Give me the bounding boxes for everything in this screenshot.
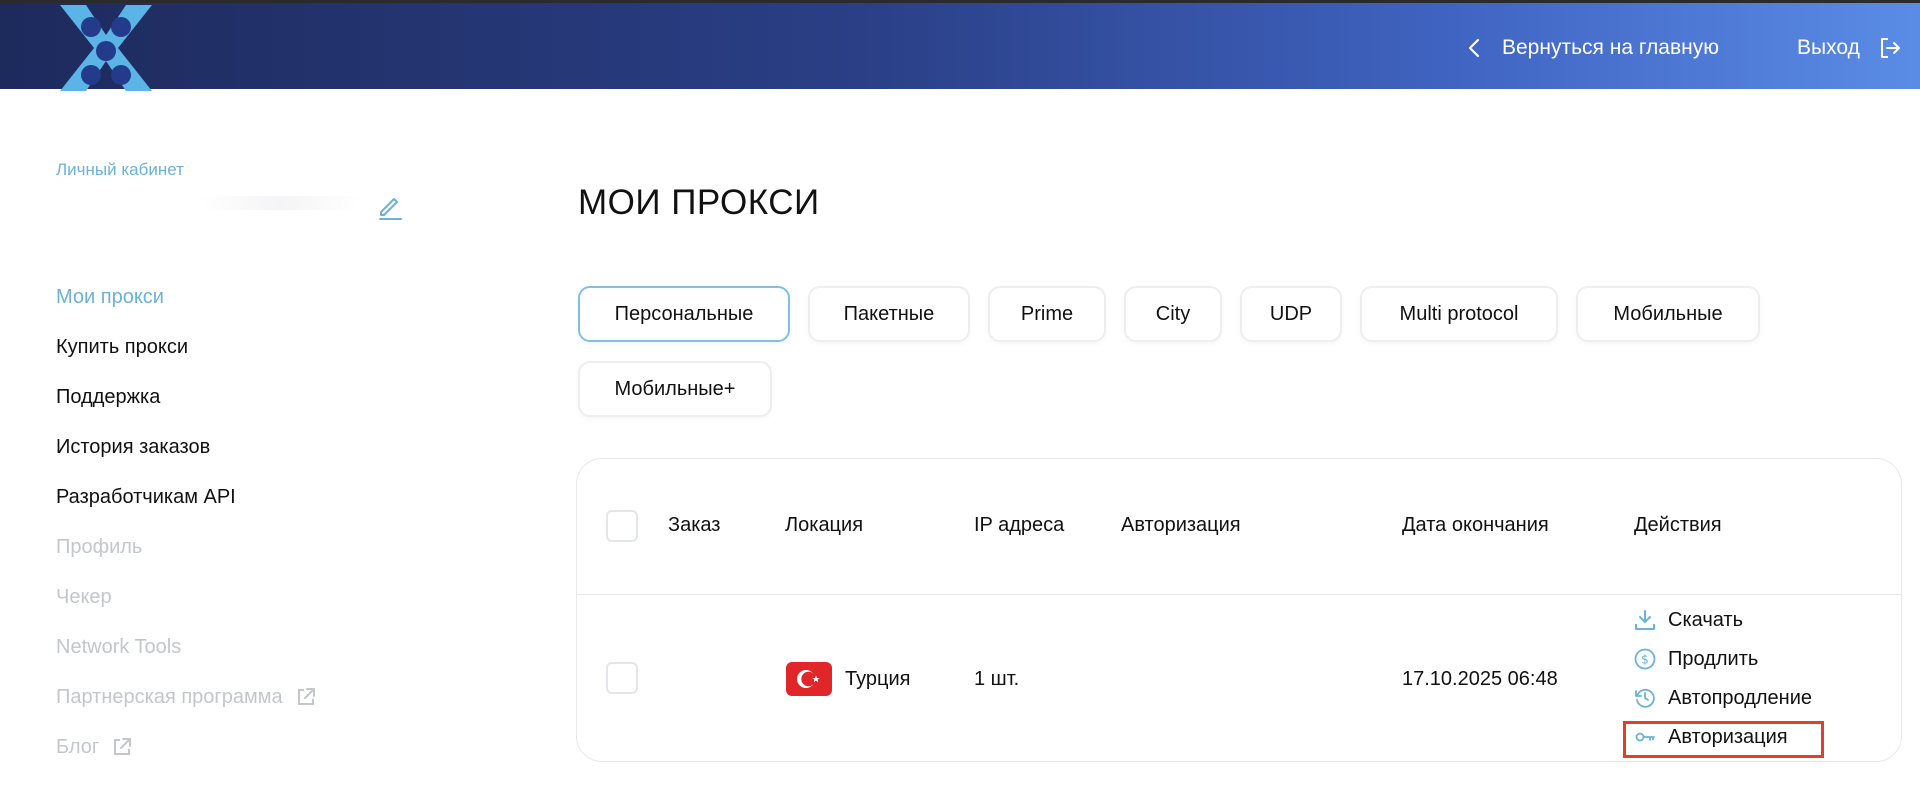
sidebar-item-checker[interactable]: Чекер: [56, 572, 317, 622]
auto-renew-icon: [1634, 687, 1656, 709]
authorization-highlight: [1623, 721, 1824, 758]
tab-prime[interactable]: Prime: [988, 286, 1106, 342]
sidebar-item-support[interactable]: Поддержка: [56, 372, 317, 422]
sidebar-item-label: Купить прокси: [56, 335, 189, 358]
auto-renew-label: Автопродление: [1668, 686, 1813, 709]
sidebar-item-label: История заказов: [56, 435, 211, 458]
sidebar-item-label: Блог: [56, 735, 100, 758]
sidebar-item-label: Network Tools: [56, 635, 182, 658]
select-all-checkbox[interactable]: [606, 510, 638, 542]
tab-label: Мобильные: [1613, 302, 1723, 325]
tab-label: Prime: [1020, 302, 1074, 325]
sidebar-item-api[interactable]: Разработчикам API: [56, 472, 317, 522]
logout-button[interactable]: Выход: [1797, 33, 1902, 63]
edit-pencil-icon[interactable]: [376, 192, 404, 220]
top-header: Вернуться на главную Выход: [0, 0, 1920, 91]
tab-label: Персональные: [614, 302, 754, 325]
back-to-home-label: Вернуться на главную: [1502, 36, 1719, 59]
cabinet-label: Личный кабинет: [56, 160, 184, 179]
sidebar-item-network-tools[interactable]: Network Tools: [56, 622, 317, 672]
column-header-ip: IP адреса: [974, 514, 1065, 536]
row-end-date: 17.10.2025 06:48: [1402, 668, 1558, 690]
column-header-end-date: Дата окончания: [1402, 514, 1549, 536]
sidebar-item-buy-proxies[interactable]: Купить прокси: [56, 322, 317, 372]
sidebar-item-blog[interactable]: Блог: [56, 722, 317, 772]
sidebar-item-label: Чекер: [56, 585, 112, 608]
svg-text:$: $: [1641, 653, 1649, 667]
download-label: Скачать: [1668, 608, 1743, 631]
back-to-home-link[interactable]: Вернуться на главную: [1464, 33, 1719, 63]
sidebar-item-label: Мои прокси: [56, 285, 164, 308]
chevron-left-icon: [1464, 37, 1486, 59]
dollar-icon: $: [1634, 648, 1656, 670]
tab-city[interactable]: City: [1124, 286, 1222, 342]
turkey-flag-icon: [786, 662, 832, 696]
row-checkbox[interactable]: [606, 662, 638, 694]
download-action[interactable]: Скачать: [1634, 606, 1743, 634]
sidebar-nav: Мои прокси Купить прокси Поддержка Истор…: [56, 272, 317, 772]
sidebar-item-my-proxies[interactable]: Мои прокси: [56, 272, 317, 322]
auto-renew-action[interactable]: Автопродление: [1634, 684, 1812, 712]
sidebar-item-profile[interactable]: Профиль: [56, 522, 317, 572]
tab-label: Пакетные: [843, 302, 935, 325]
sidebar-item-order-history[interactable]: История заказов: [56, 422, 317, 472]
external-link-icon: [111, 736, 133, 758]
external-link-icon: [295, 686, 317, 708]
column-header-auth: Авторизация: [1121, 514, 1241, 536]
renew-action[interactable]: $ Продлить: [1634, 645, 1758, 673]
row-location: Турция: [845, 668, 911, 690]
tab-multi-protocol[interactable]: Multi protocol: [1360, 286, 1558, 342]
tab-label: City: [1155, 302, 1191, 325]
logout-label: Выход: [1797, 36, 1860, 59]
sidebar-item-label: Разработчикам API: [56, 485, 236, 508]
table-header-divider: [576, 594, 1902, 595]
page-title: МОИ ПРОКСИ: [578, 183, 820, 222]
tab-label: Мобильные+: [614, 377, 736, 400]
tab-package[interactable]: Пакетные: [808, 286, 970, 342]
tab-personal[interactable]: Персональные: [578, 286, 790, 342]
username-redacted: [200, 196, 360, 210]
sidebar-item-partner-program[interactable]: Партнерская программа: [56, 672, 317, 722]
renew-label: Продлить: [1668, 647, 1759, 670]
tab-mobile-plus[interactable]: Мобильные+: [578, 361, 772, 417]
tab-label: Multi protocol: [1399, 302, 1519, 325]
tab-label: UDP: [1269, 302, 1313, 325]
tab-mobile[interactable]: Мобильные: [1576, 286, 1760, 342]
sidebar-item-label: Поддержка: [56, 385, 161, 408]
logo-icon[interactable]: [56, 5, 156, 91]
sidebar-item-label: Партнерская программа: [56, 685, 283, 708]
column-header-location: Локация: [785, 514, 864, 536]
download-icon: [1634, 609, 1656, 631]
logout-icon: [1878, 36, 1902, 60]
sidebar-item-label: Профиль: [56, 535, 143, 558]
column-header-order: Заказ: [668, 514, 721, 536]
row-ip-count: 1 шт.: [974, 668, 1020, 690]
column-header-actions: Действия: [1634, 514, 1722, 536]
tab-udp[interactable]: UDP: [1240, 286, 1342, 342]
